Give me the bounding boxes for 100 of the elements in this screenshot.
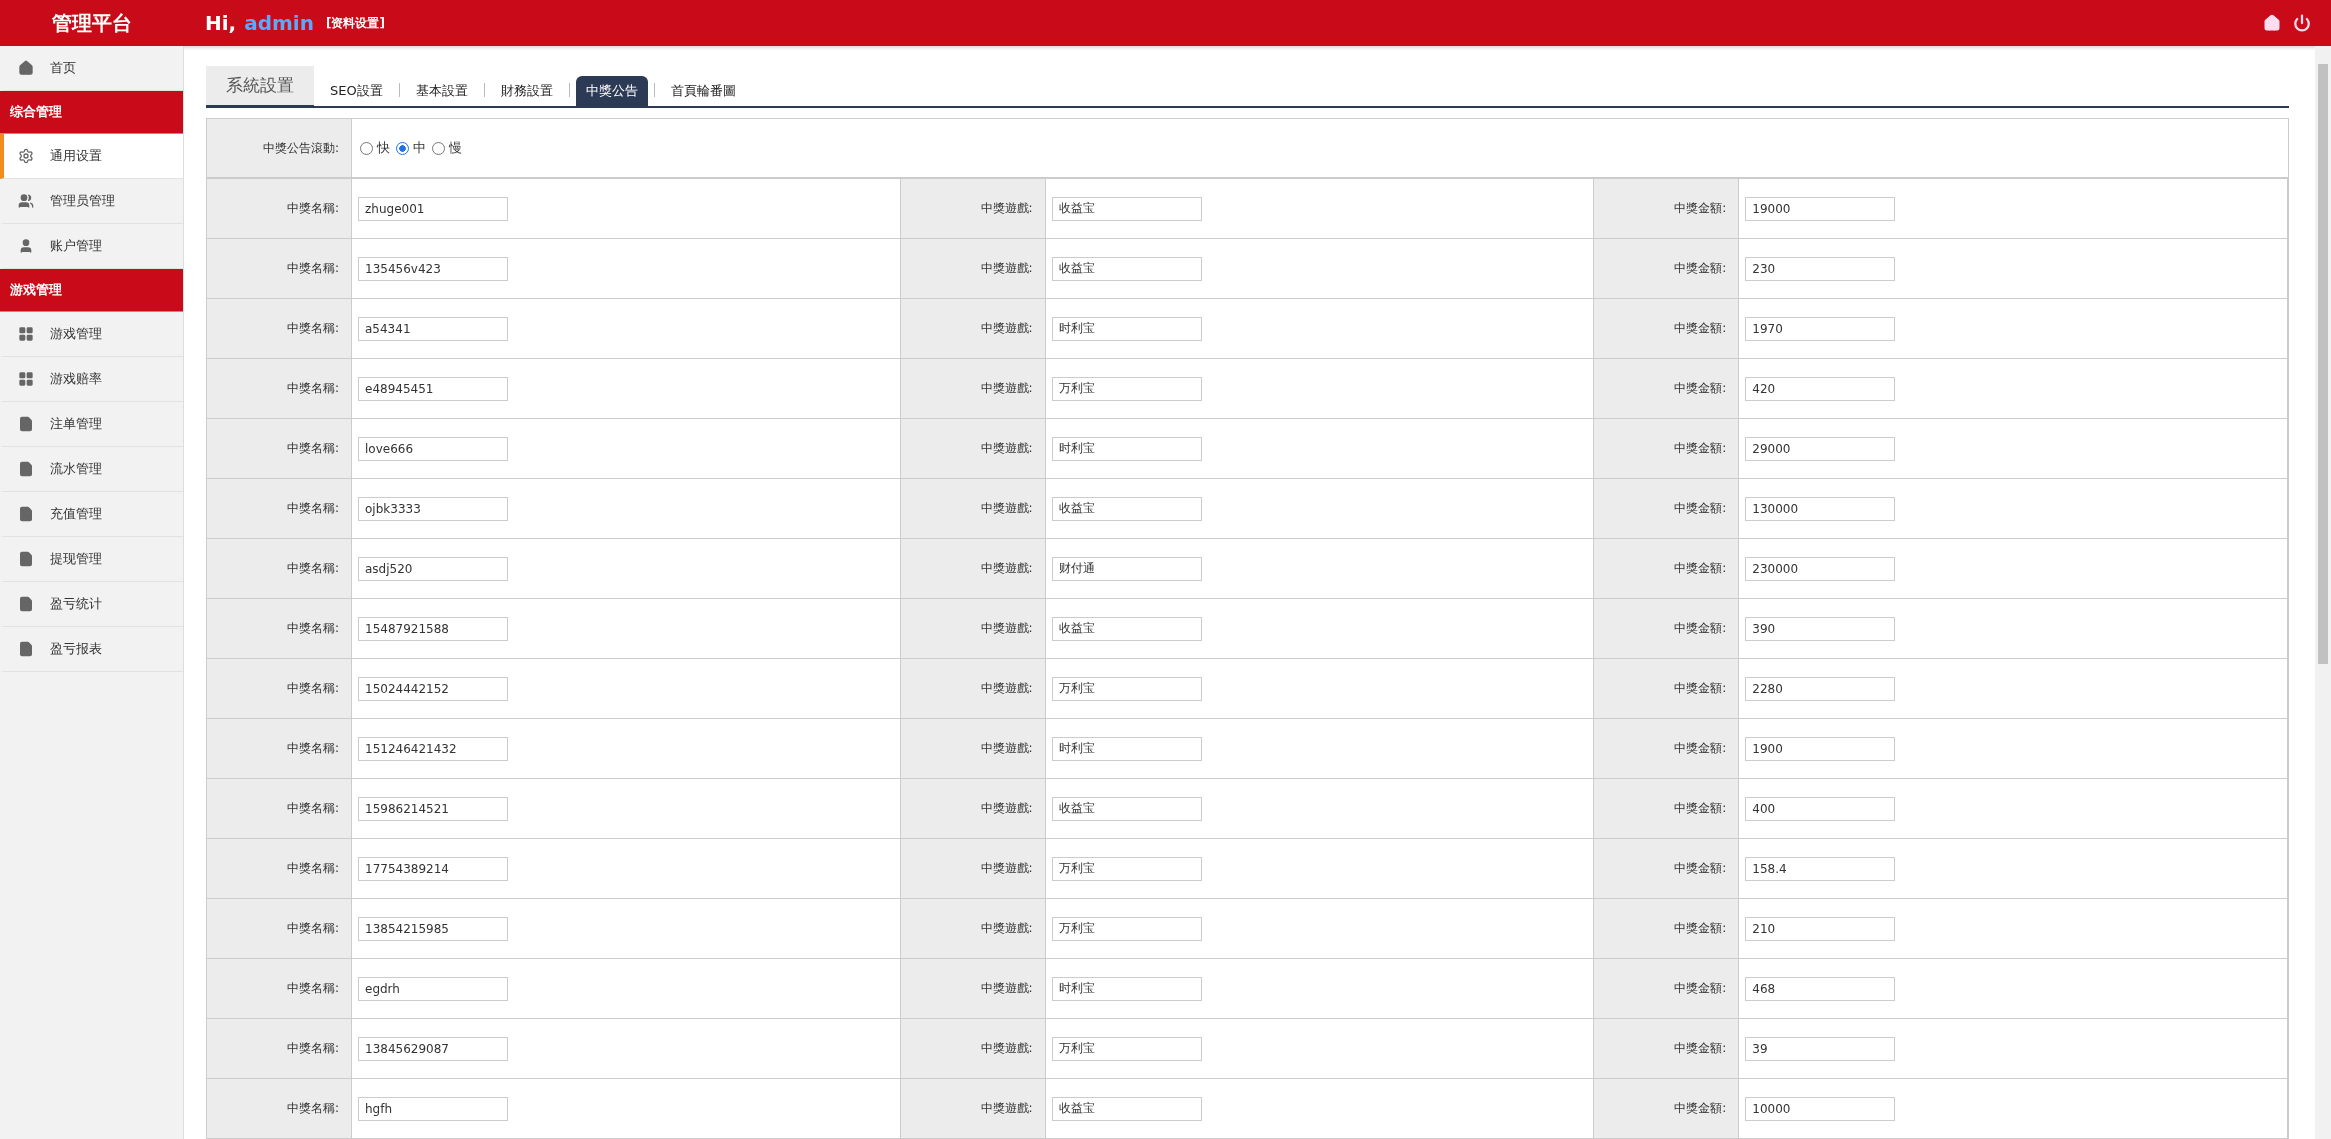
- input-field[interactable]: 230000: [1745, 556, 1896, 581]
- tab[interactable]: SEO設置: [320, 76, 393, 106]
- input-field[interactable]: 390: [1745, 616, 1896, 641]
- input-field[interactable]: 万利宝: [1051, 376, 1202, 401]
- greeting: Hi,: [205, 11, 237, 35]
- power-icon[interactable]: [2293, 14, 2311, 32]
- field-label: 中獎遊戲:: [900, 719, 1046, 779]
- document-icon: [18, 416, 34, 432]
- field-label: 中獎金額:: [1594, 839, 1740, 899]
- tab[interactable]: 中獎公告: [575, 76, 648, 106]
- scrollbar[interactable]: [2315, 46, 2331, 1139]
- document-icon: [18, 506, 34, 522]
- input-field[interactable]: 时利宝: [1051, 316, 1202, 341]
- input-field[interactable]: 130000: [1745, 496, 1896, 521]
- input-field[interactable]: 135456v423: [358, 256, 508, 281]
- input-field[interactable]: asdj520: [358, 556, 508, 581]
- user-name: admin: [244, 11, 314, 35]
- sidebar-section: 游戏管理: [0, 269, 183, 312]
- field-label: 中獎遊戲:: [900, 959, 1046, 1019]
- input-field[interactable]: 400: [1745, 796, 1896, 821]
- field-label: 中獎名稱:: [207, 659, 352, 719]
- input-field[interactable]: 10000: [1745, 1096, 1896, 1121]
- field-label: 中獎名稱:: [207, 1079, 352, 1139]
- input-field[interactable]: 468: [1745, 976, 1896, 1001]
- input-field[interactable]: 15487921588: [358, 616, 508, 641]
- input-field[interactable]: 210: [1745, 916, 1896, 941]
- input-field[interactable]: 收益宝: [1051, 196, 1202, 221]
- field-label: 中獎遊戲:: [900, 1019, 1046, 1079]
- input-field[interactable]: 29000: [1745, 436, 1896, 461]
- input-field[interactable]: 39: [1745, 1036, 1896, 1061]
- home-icon: [18, 60, 34, 76]
- field-label: 中獎名稱:: [207, 719, 352, 779]
- input-field[interactable]: 收益宝: [1051, 1096, 1202, 1121]
- field-label: 中獎遊戲:: [900, 1079, 1046, 1139]
- input-field[interactable]: love666: [358, 436, 508, 461]
- input-field[interactable]: 1900: [1745, 736, 1896, 761]
- input-field[interactable]: 151246421432: [358, 736, 508, 761]
- input-field[interactable]: ojbk3333: [358, 496, 508, 521]
- field-label: 中獎金額:: [1594, 899, 1740, 959]
- field-label: 中獎遊戲:: [900, 419, 1046, 479]
- item-label: 通用设置: [50, 147, 102, 165]
- radio-button[interactable]: [432, 141, 445, 155]
- input-field[interactable]: 万利宝: [1051, 1036, 1202, 1061]
- input-field[interactable]: 万利宝: [1051, 856, 1202, 881]
- item-label: 游戏赔率: [50, 370, 102, 388]
- input-field[interactable]: 财付通: [1051, 556, 1202, 581]
- input-field[interactable]: e48945451: [358, 376, 508, 401]
- tab[interactable]: 首頁輪番圖: [660, 76, 746, 106]
- input-field[interactable]: 收益宝: [1051, 256, 1202, 281]
- field-label: 中獎金額:: [1594, 299, 1740, 359]
- field-label: 中獎金額:: [1594, 719, 1740, 779]
- input-field[interactable]: 收益宝: [1051, 616, 1202, 641]
- item-label: 游戏管理: [50, 325, 102, 343]
- input-field[interactable]: 时利宝: [1051, 436, 1202, 461]
- input-field[interactable]: 17754389214: [358, 856, 508, 881]
- profile-link[interactable]: [资料设置]: [325, 14, 385, 32]
- field-label: 中獎名稱:: [207, 1019, 352, 1079]
- field-label: 中獎金額:: [1594, 659, 1740, 719]
- document-icon: [18, 551, 34, 567]
- input-field[interactable]: 2280: [1745, 676, 1896, 701]
- input-field[interactable]: egdrh: [358, 976, 508, 1001]
- tab[interactable]: 基本設置: [405, 76, 478, 106]
- home-icon[interactable]: [2263, 14, 2281, 32]
- input-field[interactable]: 13854215985: [358, 916, 508, 941]
- input-field[interactable]: 1970: [1745, 316, 1896, 341]
- radio-button[interactable]: [396, 141, 409, 155]
- input-field[interactable]: 万利宝: [1051, 676, 1202, 701]
- field-label: 中獎公告滾動:: [207, 119, 352, 179]
- input-field[interactable]: a54341: [358, 316, 508, 341]
- field-label: 中獎遊戲:: [900, 479, 1046, 539]
- input-field[interactable]: 15024442152: [358, 676, 508, 701]
- input-field[interactable]: 收益宝: [1051, 796, 1202, 821]
- field-label: 中獎名稱:: [207, 359, 352, 419]
- input-field[interactable]: 时利宝: [1051, 736, 1202, 761]
- field-label: 中獎名稱:: [207, 599, 352, 659]
- field-label: 中獎金額:: [1594, 479, 1740, 539]
- input-field[interactable]: 时利宝: [1051, 976, 1202, 1001]
- input-field[interactable]: 420: [1745, 376, 1896, 401]
- field-label: 中獎名稱:: [207, 419, 352, 479]
- input-field[interactable]: 19000: [1745, 196, 1896, 221]
- radio-button[interactable]: [360, 141, 373, 155]
- tab[interactable]: 財務設置: [490, 76, 563, 106]
- input-field[interactable]: 收益宝: [1051, 496, 1202, 521]
- sidebar-item[interactable]: 通用设置: [0, 134, 183, 179]
- field-label: 中獎金額:: [1594, 779, 1740, 839]
- field-label: 中獎金額:: [1594, 1079, 1740, 1139]
- input-field[interactable]: 万利宝: [1051, 916, 1202, 941]
- input-field[interactable]: 158.4: [1745, 856, 1896, 881]
- grid-icon: [18, 371, 34, 387]
- item-label: 首页: [50, 59, 76, 77]
- field-label: 中獎金額:: [1594, 599, 1740, 659]
- input-field[interactable]: 15986214521: [358, 796, 508, 821]
- item-label: 充值管理: [50, 505, 102, 523]
- input-field[interactable]: zhuge001: [358, 196, 508, 221]
- input-field[interactable]: 13845629087: [358, 1036, 508, 1061]
- input-field[interactable]: hgfh: [358, 1096, 508, 1121]
- field-label: 中獎遊戲:: [900, 539, 1046, 599]
- input-field[interactable]: 230: [1745, 256, 1896, 281]
- field-label: 中獎金額:: [1594, 419, 1740, 479]
- field-label: 中獎金額:: [1594, 959, 1740, 1019]
